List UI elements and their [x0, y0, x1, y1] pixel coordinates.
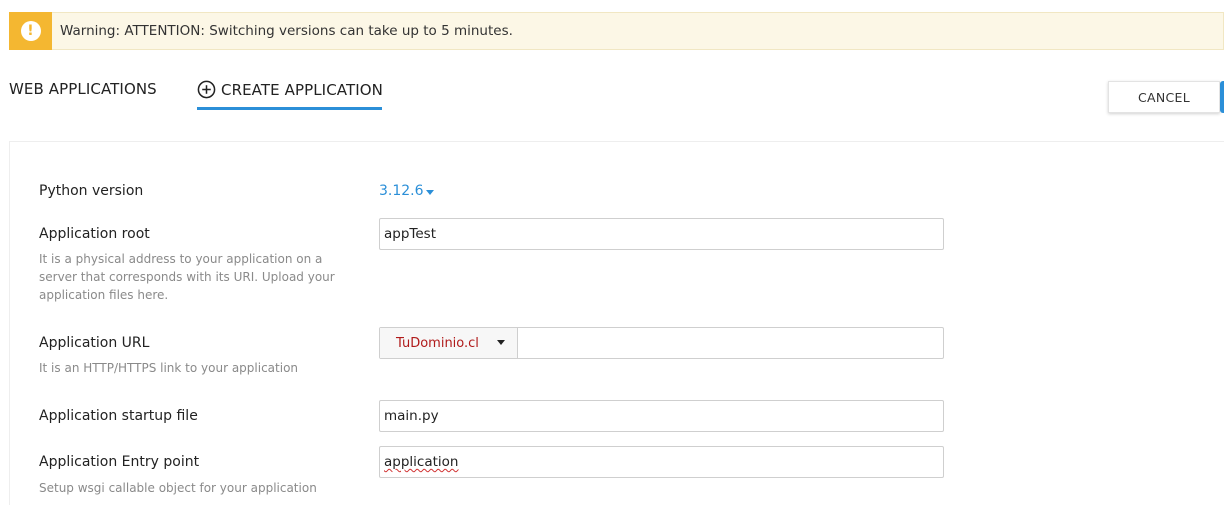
- python-version-value: 3.12.6: [379, 183, 424, 199]
- app-root-label: Application root: [39, 226, 150, 242]
- alert-message: Warning: ATTENTION: Switching versions c…: [60, 23, 513, 39]
- chevron-down-icon: [496, 339, 505, 345]
- exclamation-icon: !: [20, 20, 41, 41]
- cancel-button[interactable]: CANCEL: [1108, 81, 1220, 113]
- domain-select[interactable]: TuDominio.cl: [380, 328, 518, 358]
- tab-create-application[interactable]: CREATE APPLICATION: [197, 80, 383, 99]
- entry-point-value: application: [384, 454, 459, 470]
- startup-file-label: Application startup file: [39, 408, 198, 424]
- warning-icon-box: !: [9, 11, 52, 50]
- entry-point-input[interactable]: application: [379, 446, 944, 478]
- python-version-select[interactable]: 3.12.6: [379, 183, 434, 199]
- domain-value: TuDominio.cl: [396, 335, 479, 351]
- python-version-label: Python version: [39, 183, 144, 199]
- app-url-hint: It is an HTTP/HTTPS link to your applica…: [39, 361, 299, 375]
- startup-file-input[interactable]: main.py: [379, 400, 944, 432]
- app-root-hint: It is a physical address to your applica…: [39, 252, 335, 302]
- entry-point-label: Application Entry point: [39, 454, 200, 470]
- tab-web-applications[interactable]: WEB APPLICATIONS: [9, 80, 157, 98]
- app-url-path-input[interactable]: [518, 328, 943, 358]
- app-url-label: Application URL: [39, 335, 150, 351]
- plus-circle-icon: [197, 80, 216, 99]
- tab-create-application-label: CREATE APPLICATION: [221, 80, 383, 99]
- chevron-down-icon: [425, 189, 434, 195]
- primary-button-edge[interactable]: [1220, 81, 1224, 113]
- app-root-input[interactable]: appTest: [379, 218, 944, 250]
- app-url-field: TuDominio.cl: [379, 327, 944, 359]
- active-tab-indicator: [197, 107, 382, 110]
- warning-alert: ! Warning: ATTENTION: Switching versions…: [9, 11, 1224, 50]
- entry-point-hint: Setup wsgi callable object for your appl…: [39, 481, 317, 495]
